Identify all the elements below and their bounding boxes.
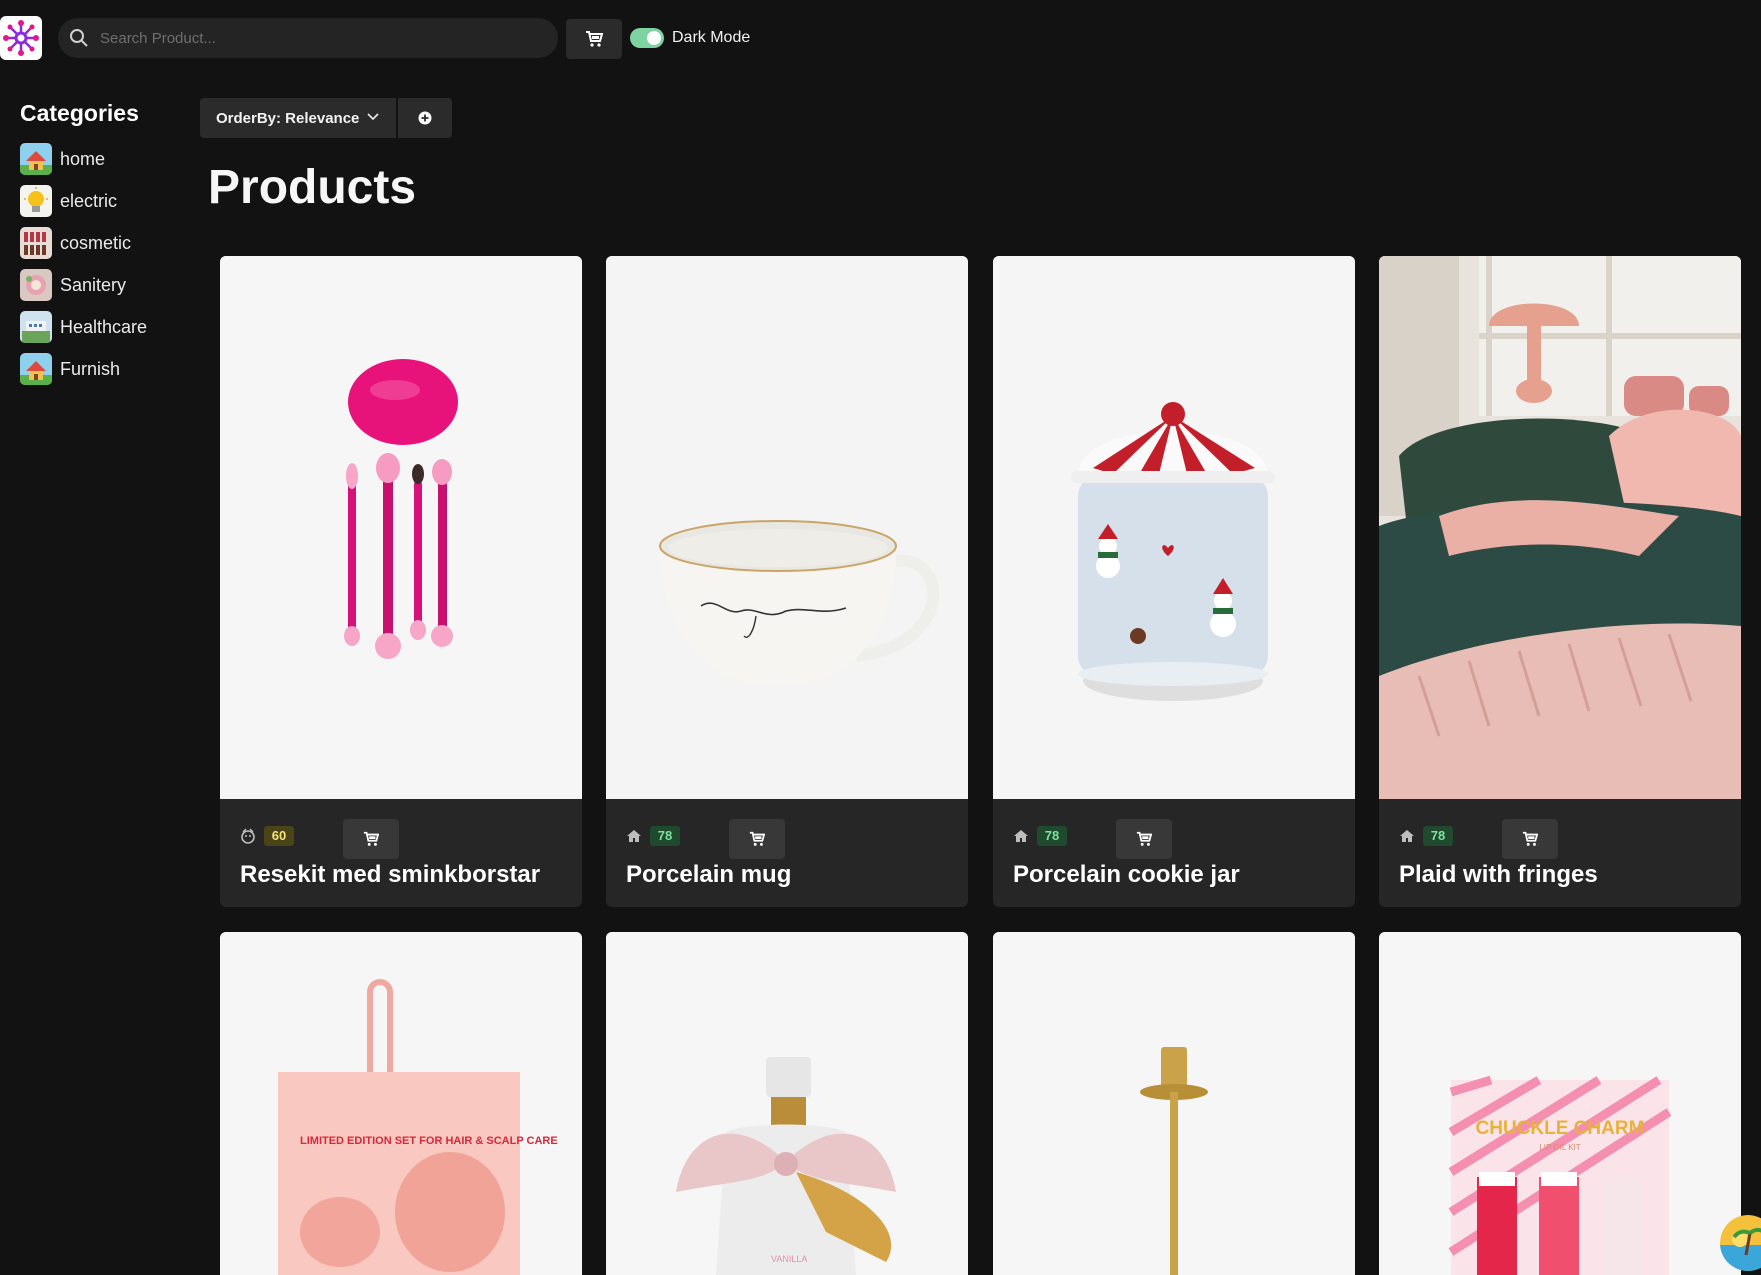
add-to-cart-button[interactable] — [1502, 819, 1558, 859]
category-label: Furnish — [60, 358, 121, 379]
sanitary-icon — [20, 269, 52, 301]
app-logo[interactable] — [0, 16, 42, 60]
category-item-cosmetic[interactable]: cosmetic — [20, 227, 190, 259]
toggle-knob — [647, 31, 661, 45]
chevron-down-icon — [367, 113, 379, 121]
cosmetic-icon — [241, 828, 255, 844]
mist-label: VANILLA — [771, 1254, 807, 1264]
product-name[interactable]: Porcelain cookie jar — [1013, 860, 1240, 890]
add-to-cart-button[interactable] — [729, 819, 785, 859]
product-image[interactable] — [993, 256, 1355, 799]
page-title: Products — [208, 161, 417, 214]
cart-icon — [363, 831, 379, 846]
home-icon — [1014, 830, 1028, 842]
product-card[interactable]: 60 Resekit med sminkborstar — [220, 256, 582, 907]
plus-circle-icon — [418, 111, 432, 125]
product-image[interactable] — [993, 932, 1355, 1275]
product-card[interactable] — [993, 932, 1355, 1275]
stock-badge: 78 — [650, 826, 680, 846]
categories-title: Categories — [20, 100, 139, 126]
search-icon — [70, 29, 88, 47]
search-input[interactable] — [100, 18, 540, 58]
product-name[interactable]: Porcelain mug — [626, 860, 791, 890]
product-card[interactable]: LIMITED EDITION SET FOR HAIR & SCALP CAR… — [220, 932, 582, 1275]
stock-badge: 78 — [1037, 826, 1067, 846]
category-item-furnish[interactable]: Furnish — [20, 353, 190, 385]
product-image[interactable] — [606, 256, 968, 799]
category-label: electric — [60, 190, 118, 211]
home-icon — [627, 830, 641, 842]
lip-kit-subtitle: LIP OIL KIT — [1539, 1143, 1580, 1152]
product-card[interactable]: VANILLA — [606, 932, 968, 1275]
product-card[interactable]: 78 Porcelain mug — [606, 256, 968, 907]
product-image[interactable]: VANILLA — [606, 932, 968, 1275]
product-image[interactable]: CHUCKLE CHARM LIP OIL KIT — [1379, 932, 1741, 1275]
category-item-sanitery[interactable]: Sanitery — [20, 269, 190, 301]
cart-icon — [1522, 831, 1538, 846]
add-button[interactable] — [398, 98, 452, 138]
molecule-logo-icon — [3, 20, 39, 56]
product-card[interactable]: CHUCKLE CHARM LIP OIL KIT — [1379, 932, 1741, 1275]
product-card[interactable]: 78 Porcelain cookie jar — [993, 256, 1355, 907]
cart-button[interactable] — [566, 19, 622, 59]
product-meta: 78 — [1399, 824, 1453, 848]
scalp-set-label: LIMITED EDITION SET FOR HAIR & SCALP CAR… — [300, 1135, 558, 1147]
category-label: home — [60, 148, 106, 169]
categories-sidebar: Categories home electric cosmetic Sanite… — [20, 98, 190, 396]
add-to-cart-button[interactable] — [343, 819, 399, 859]
category-item-electric[interactable]: electric — [20, 185, 190, 217]
lightbulb-icon — [20, 185, 52, 217]
house-icon — [20, 353, 52, 385]
product-name[interactable]: Resekit med sminkborstar — [240, 860, 540, 890]
cart-icon — [586, 31, 603, 47]
stock-badge: 60 — [264, 826, 294, 846]
category-label: Sanitery — [60, 274, 127, 295]
product-meta: 60 — [240, 824, 294, 848]
home-icon — [1400, 830, 1414, 842]
product-image[interactable] — [1379, 256, 1741, 799]
cosmetic-shelf-icon — [20, 227, 52, 259]
category-label: cosmetic — [60, 232, 132, 253]
product-card[interactable]: 78 Plaid with fringes — [1379, 256, 1741, 907]
category-item-healthcare[interactable]: Healthcare — [20, 311, 190, 343]
product-meta: 78 — [1013, 824, 1067, 848]
category-item-home[interactable]: home — [20, 143, 190, 175]
product-name[interactable]: Plaid with fringes — [1399, 860, 1598, 890]
stock-badge: 78 — [1423, 826, 1453, 846]
dark-mode-label: Dark Mode — [672, 29, 751, 46]
product-image[interactable]: LIMITED EDITION SET FOR HAIR & SCALP CAR… — [220, 932, 582, 1275]
lip-kit-title: CHUCKLE CHARM — [1476, 1118, 1645, 1139]
search-bar — [58, 18, 558, 58]
product-image[interactable] — [220, 256, 582, 799]
add-to-cart-button[interactable] — [1116, 819, 1172, 859]
dark-mode-toggle[interactable] — [630, 28, 664, 48]
orderby-dropdown[interactable]: OrderBy: Relevance — [200, 98, 396, 138]
cart-icon — [1136, 831, 1152, 846]
product-meta: 78 — [626, 824, 680, 848]
category-label: Healthcare — [60, 316, 148, 337]
house-icon — [20, 143, 52, 175]
top-bar: Dark Mode — [0, 0, 1761, 76]
hospital-icon — [20, 311, 52, 343]
cart-icon — [749, 831, 765, 846]
orderby-label: OrderBy: Relevance — [216, 109, 360, 127]
